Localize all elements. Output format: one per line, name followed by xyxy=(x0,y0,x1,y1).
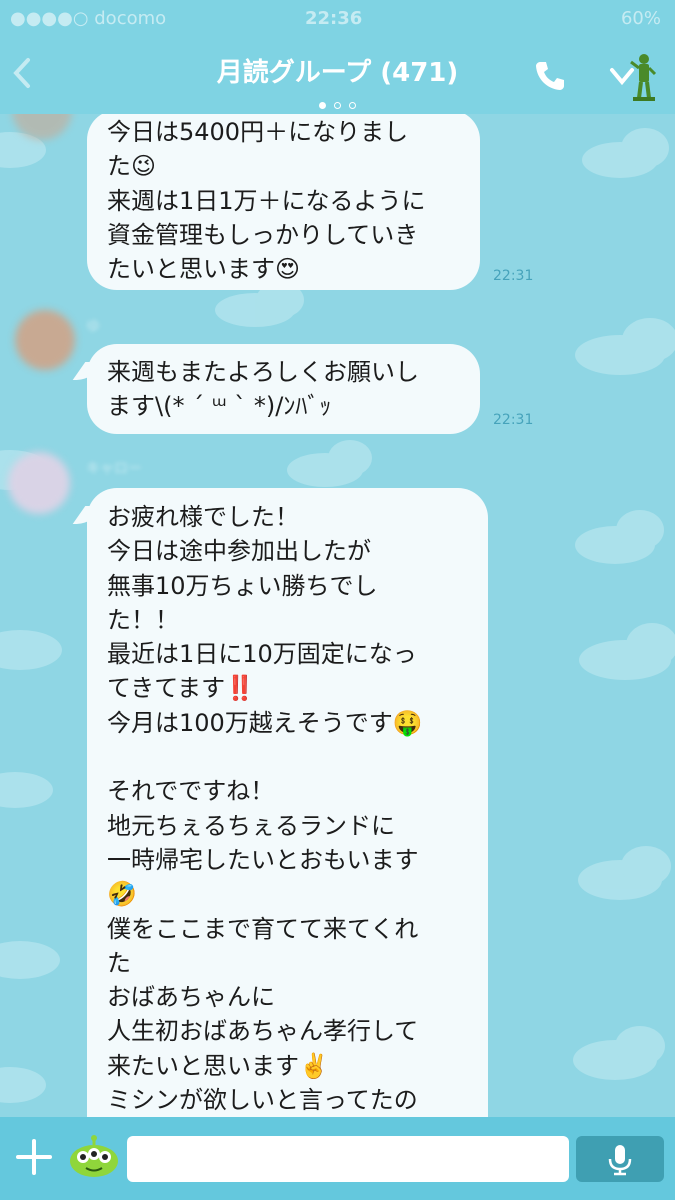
message-input[interactable] xyxy=(127,1136,569,1182)
message-bubble[interactable]: 今日は5400円＋になりまし た😉 来週は1日1万＋になるように 資金管理もしっ… xyxy=(87,110,480,290)
message-composer xyxy=(0,1117,675,1200)
page-indicator xyxy=(0,94,675,113)
carrier-label: ●●●●○ docomo xyxy=(10,8,167,29)
page-dot xyxy=(319,102,326,109)
avatar[interactable] xyxy=(15,310,75,370)
chat-header: ●●●●○ docomo 22:36 60% 月読グループ (471) xyxy=(0,0,675,114)
sender-name: ゆ xyxy=(86,319,100,335)
chat-title[interactable]: 月読グループ (471) xyxy=(0,52,675,89)
message-bubble[interactable]: 来週もまたよろしくお願いし ます\(* ´ ᵚ ` *)/ﾝﾊﾞｯ xyxy=(87,344,480,434)
message-timestamp: 22:31 xyxy=(493,268,534,284)
alien-sticker-icon xyxy=(70,1135,118,1177)
status-time: 22:36 xyxy=(305,8,363,29)
message-timestamp: 22:31 xyxy=(493,412,534,428)
plus-icon xyxy=(16,1139,52,1175)
page-dot xyxy=(334,102,341,109)
status-bar: ●●●●○ docomo 22:36 60% xyxy=(0,0,675,36)
voice-message-button[interactable] xyxy=(576,1136,664,1182)
army-man-icon xyxy=(630,54,657,101)
avatar[interactable] xyxy=(8,452,70,514)
battery-indicator: 60% xyxy=(620,8,661,29)
add-button[interactable] xyxy=(14,1137,54,1177)
menu-button[interactable] xyxy=(608,52,658,104)
message-bubble[interactable]: お疲れ様でした！ 今日は途中参加出したが 無事10万ちょい勝ちでし た！！ 最近… xyxy=(87,488,488,1148)
phone-icon xyxy=(536,62,564,90)
microphone-icon xyxy=(608,1145,632,1176)
call-button[interactable] xyxy=(532,58,568,94)
sticker-button[interactable] xyxy=(68,1135,120,1179)
sender-name: キャロー xyxy=(86,461,142,477)
page-dot xyxy=(349,102,356,109)
